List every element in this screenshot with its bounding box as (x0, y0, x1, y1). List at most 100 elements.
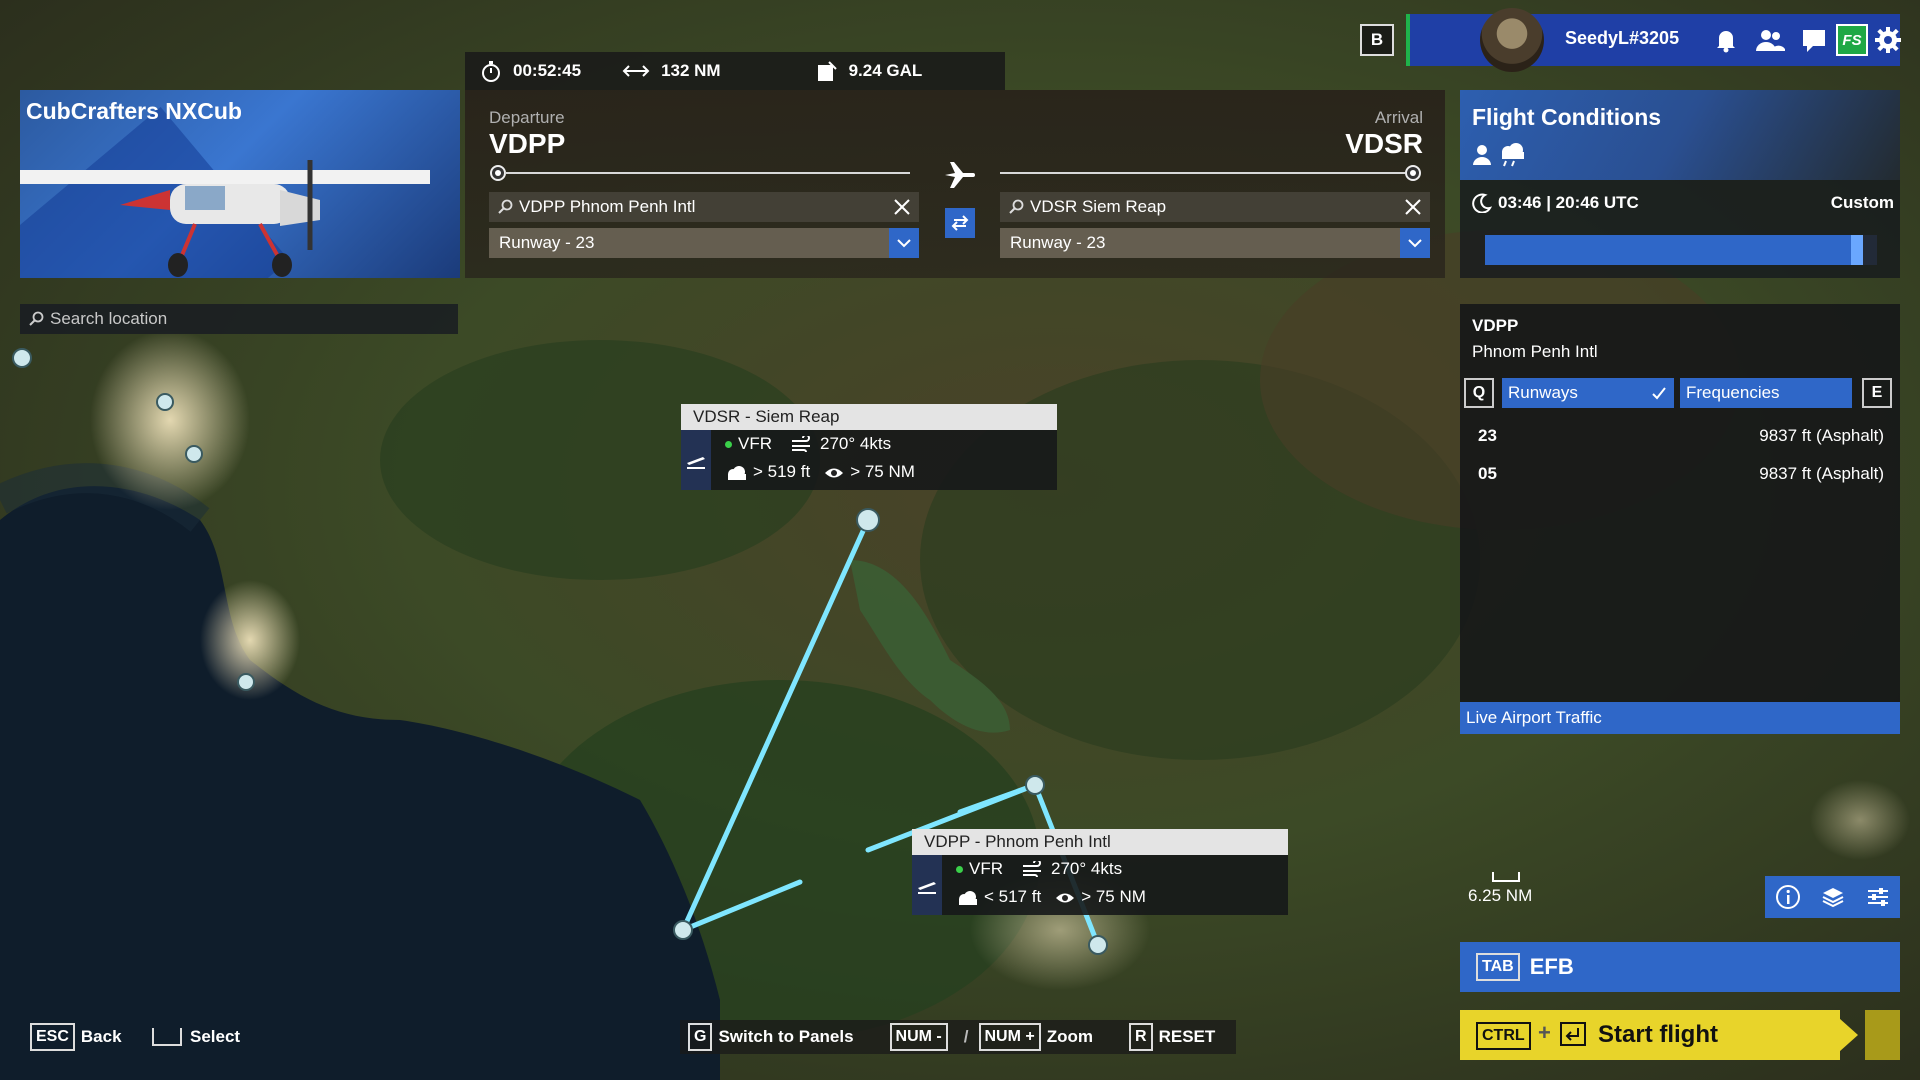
flight-time-value: 00:52:45 (513, 61, 582, 80)
airplane-icon (943, 158, 977, 192)
map-label-title: VDPP - Phnom Penh Intl (912, 829, 1288, 855)
search-location[interactable]: Search location (20, 304, 458, 334)
flight-conditions-panel[interactable]: Flight Conditions 03:46 | 20:46 UTC Cust… (1460, 90, 1900, 278)
ceiling-value: < 517 ft (984, 887, 1042, 906)
reset-label[interactable]: RESET (1159, 1027, 1216, 1047)
flight-rules: VFR (738, 434, 772, 453)
departure-airport-field[interactable]: VDPP Phnom Penh Intl (489, 192, 919, 222)
arrival-runway-select[interactable]: Runway - 23 (1000, 228, 1430, 258)
notifications-bell-icon[interactable] (1710, 24, 1742, 56)
start-flight-button[interactable]: CTRL + Start flight (1460, 1010, 1900, 1060)
swap-icon (951, 215, 969, 231)
chevron-down-icon[interactable] (889, 228, 919, 258)
marketplace-label: FS (1842, 31, 1862, 49)
weather-icon (1472, 140, 1532, 168)
runway-id: 05 (1478, 464, 1497, 483)
fuel-can-icon (815, 59, 839, 83)
conditions-mode: Custom (1830, 193, 1894, 212)
clear-departure-close-icon[interactable] (891, 196, 913, 218)
flight-distance-value: 132 NM (661, 61, 721, 80)
avatar[interactable] (1480, 8, 1544, 72)
runway-row[interactable]: 23 9837 ft (Asphalt) (1478, 426, 1884, 446)
zoom-separator: / (963, 1027, 969, 1046)
map-filters-icon[interactable] (1865, 884, 1891, 910)
e-key-hint[interactable]: E (1862, 378, 1892, 408)
moon-icon (1472, 193, 1493, 214)
flight-rules: VFR (969, 859, 1003, 878)
aircraft-name: CubCrafters NXCub (26, 98, 242, 124)
arrival-runway-value: Runway - 23 (1010, 233, 1106, 252)
time-slider[interactable] (1485, 235, 1877, 265)
back-hint[interactable]: ESC Back (30, 1020, 122, 1054)
arrival-line (1000, 172, 1405, 174)
start-flight-tail (1865, 1010, 1900, 1060)
search-icon (497, 199, 513, 215)
time-slider-thumb[interactable] (1851, 235, 1864, 265)
switch-panels-label[interactable]: Switch to Panels (718, 1027, 853, 1047)
search-location-input[interactable]: Search location (50, 309, 167, 329)
info-icon[interactable] (1775, 884, 1801, 910)
scale-value: 6.25 NM (1468, 886, 1533, 905)
plus-icon: + (1538, 1020, 1551, 1045)
g-key[interactable]: G (688, 1023, 713, 1051)
vfr-indicator-icon (956, 865, 963, 873)
aircraft-card[interactable]: CubCrafters NXCub (20, 90, 460, 278)
stopwatch-icon (479, 59, 503, 83)
arrival-airport-map-label[interactable]: VDSR - Siem Reap VFR 270° 4kts > 519 ft … (681, 404, 1057, 490)
marketplace-button[interactable]: FS (1836, 24, 1868, 56)
eye-icon (824, 465, 844, 479)
ceiling-value: > 519 ft (753, 462, 811, 481)
tab-frequencies[interactable]: Frequencies (1680, 378, 1852, 408)
b-key-button[interactable]: B (1360, 24, 1394, 56)
search-icon (28, 311, 44, 327)
wind-value: 270° 4kts (1051, 859, 1123, 878)
swap-airports-button[interactable] (945, 208, 975, 238)
efb-button[interactable]: TAB EFB (1460, 942, 1900, 992)
num-plus-key[interactable]: NUM + (978, 1023, 1041, 1051)
layers-icon[interactable] (1820, 884, 1846, 910)
distance-icon (621, 59, 651, 83)
start-flight-arrow (1830, 1010, 1858, 1060)
num-minus-key[interactable]: NUM - (889, 1023, 948, 1051)
departure-runway-select[interactable]: Runway - 23 (489, 228, 919, 258)
runway-info: 9837 ft (Asphalt) (1759, 464, 1884, 483)
wind-value: 270° 4kts (820, 434, 892, 453)
wind-icon (1021, 859, 1045, 880)
departure-airport-map-label[interactable]: VDPP - Phnom Penh Intl VFR 270° 4kts < 5… (912, 829, 1288, 915)
flight-stats-bar: 00:52:45 132 NM 9.24 GAL (465, 52, 1005, 90)
chevron-down-icon[interactable] (1400, 228, 1430, 258)
esc-key: ESC (30, 1023, 75, 1051)
arrival-airport-field[interactable]: VDSR Siem Reap (1000, 192, 1430, 222)
friends-icon[interactable] (1754, 24, 1786, 56)
route-panel: Departure VDPP Arrival VDSR VDPP Phnom P… (465, 90, 1445, 278)
username[interactable]: SeedyL#3205 (1565, 28, 1679, 49)
departure-line (505, 172, 910, 174)
vfr-indicator-icon (725, 440, 732, 448)
select-hint[interactable]: Select (152, 1020, 240, 1054)
airport-name: Phnom Penh Intl (1472, 342, 1598, 361)
runway-icon (681, 430, 711, 490)
arrival-point-icon (1405, 165, 1421, 181)
map-label-weather: VFR 270° 4kts (956, 859, 1123, 880)
enter-key-icon (1560, 1022, 1586, 1046)
flight-conditions-header[interactable]: Flight Conditions (1460, 90, 1900, 180)
departure-airport-value: VDPP Phnom Penh Intl (519, 197, 696, 216)
map-controls-hints: G Switch to Panels NUM - / NUM + Zoom R … (680, 1020, 1236, 1054)
visibility-value: > 75 NM (850, 462, 915, 481)
departure-code: VDPP (489, 128, 566, 159)
flight-conditions-title: Flight Conditions (1472, 104, 1662, 130)
map-scale: 6.25 NM (1468, 872, 1532, 906)
r-key[interactable]: R (1129, 1023, 1153, 1051)
airport-info-panel: VDPP Phnom Penh Intl Q Runways Frequenci… (1460, 304, 1900, 734)
runway-info: 9837 ft (Asphalt) (1759, 426, 1884, 445)
live-airport-traffic-button[interactable]: Live Airport Traffic (1460, 702, 1900, 734)
runway-row[interactable]: 05 9837 ft (Asphalt) (1478, 464, 1884, 484)
departure-label: Departure (489, 108, 565, 127)
q-key-hint[interactable]: Q (1464, 378, 1494, 408)
clear-arrival-close-icon[interactable] (1402, 196, 1424, 218)
tab-runways[interactable]: Runways (1502, 378, 1674, 408)
user-strip: SeedyL#3205 FS (1410, 8, 1901, 72)
chat-icon[interactable] (1798, 24, 1830, 56)
settings-gear-icon[interactable] (1872, 24, 1904, 56)
map-label-ceiling-visibility: < 517 ft > 75 NM (956, 887, 1146, 907)
